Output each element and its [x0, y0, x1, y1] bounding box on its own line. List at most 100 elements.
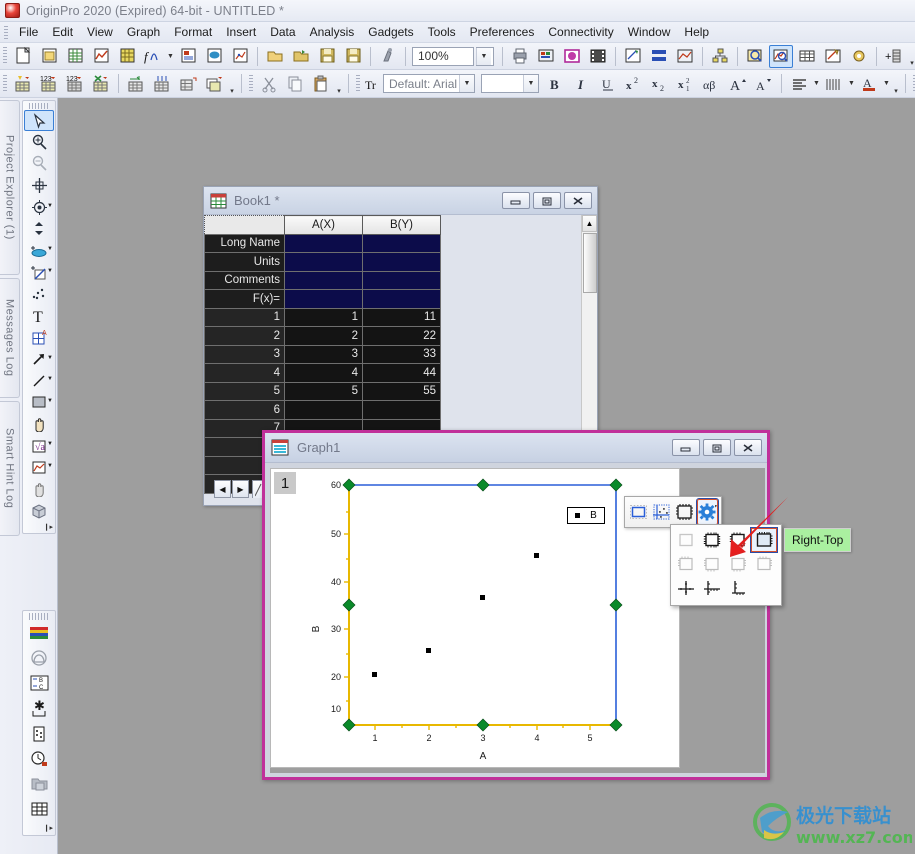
zoom-out-tool-icon[interactable]	[24, 153, 54, 175]
frame-ticks-out-icon[interactable]	[725, 528, 751, 552]
add-layer-icon[interactable]: +	[882, 45, 906, 68]
paste-icon[interactable]	[309, 72, 333, 95]
draw-data-icon[interactable]: ▼	[24, 261, 54, 283]
cell-comments-a[interactable]	[285, 271, 363, 290]
toolbar-grip[interactable]	[29, 613, 49, 620]
equation-tool-icon[interactable]: √a ▼	[24, 435, 54, 457]
movie-icon[interactable]	[586, 45, 610, 68]
graph-page[interactable]: 1	[270, 468, 680, 768]
menu-connectivity[interactable]: Connectivity	[541, 23, 620, 41]
chevron-down-icon[interactable]: ▼	[47, 268, 53, 274]
graph1-restore-button[interactable]	[703, 439, 731, 456]
row-number[interactable]: 6	[205, 401, 285, 420]
new-workbook-icon[interactable]	[63, 45, 87, 68]
extract-graph-icon[interactable]	[673, 45, 697, 68]
sheet-next-button[interactable]: ▶	[232, 480, 249, 498]
axis-l-shape-icon[interactable]	[699, 576, 725, 600]
axis-cross-icon[interactable]	[673, 576, 699, 600]
chevron-down-icon[interactable]: ▼	[47, 441, 53, 447]
toolbar-grip[interactable]	[356, 75, 360, 93]
toolbar-grip[interactable]	[3, 47, 7, 65]
save-template-icon[interactable]	[341, 45, 365, 68]
rectangle-tool-icon[interactable]: ▼	[24, 391, 54, 413]
data-highlighter-icon[interactable]: ▼	[24, 240, 54, 262]
table-row[interactable]: 5 5 55	[205, 382, 441, 401]
copy-columns-icon[interactable]	[202, 72, 226, 95]
tick-frame-icon[interactable]	[674, 499, 695, 525]
cell-b[interactable]: 11	[363, 308, 441, 327]
font-combo[interactable]: Default: Arial ▼	[383, 74, 475, 93]
subscript-icon[interactable]: x2	[648, 72, 672, 95]
bracket-icon[interactable]	[24, 721, 54, 746]
data-selector-icon[interactable]	[24, 218, 54, 240]
set-multi-column-values-icon[interactable]: 123	[63, 72, 87, 95]
data-reader-icon[interactable]	[769, 45, 793, 68]
menu-preferences[interactable]: Preferences	[463, 23, 542, 41]
regional-mask-icon[interactable]	[24, 283, 54, 305]
gradient-icon[interactable]	[24, 646, 54, 671]
toolbar-overflow-icon[interactable]: ▾	[334, 73, 344, 95]
superscript-icon[interactable]: x2	[622, 72, 646, 95]
zoom-combo[interactable]: 100%	[412, 47, 474, 66]
layer-management-icon[interactable]	[708, 45, 732, 68]
line-style-icon[interactable]	[822, 72, 846, 95]
toolbar-grip[interactable]	[29, 103, 49, 109]
cell-b[interactable]: 22	[363, 327, 441, 346]
scroll-up-icon[interactable]: ▲	[582, 215, 597, 232]
menu-view[interactable]: View	[80, 23, 120, 41]
cell-a[interactable]: 4	[285, 364, 363, 383]
dock-tab-messages-log[interactable]: Messages Log	[0, 278, 20, 398]
frame-none-icon[interactable]	[673, 528, 699, 552]
new-function-plot-icon[interactable]: f	[141, 45, 165, 68]
cell-a[interactable]: 1	[285, 308, 363, 327]
menu-tools[interactable]: Tools	[421, 23, 463, 41]
table-row[interactable]: 2 2 22	[205, 327, 441, 346]
chevron-down-icon[interactable]: ▼	[523, 75, 538, 92]
greek-icon[interactable]: αβ	[700, 72, 724, 95]
row-number[interactable]: 5	[205, 382, 285, 401]
toolbar-overflow-icon[interactable]: ▾	[227, 73, 237, 95]
underline-icon[interactable]: U	[596, 72, 620, 95]
book1-close-button[interactable]	[564, 192, 592, 209]
worksheet-select-all-corner[interactable]	[205, 216, 285, 235]
new-table-icon[interactable]	[795, 45, 819, 68]
menu-graph[interactable]: Graph	[120, 23, 167, 41]
annotation-icon[interactable]	[821, 45, 845, 68]
chevron-down-icon[interactable]: ▼	[47, 376, 53, 382]
line-tool-icon[interactable]: ▼	[24, 370, 54, 392]
cell-a[interactable]: 3	[285, 345, 363, 364]
axis-corner-icon[interactable]	[725, 576, 751, 600]
table-row[interactable]: 4 4 44	[205, 364, 441, 383]
zoom-in-tool-icon[interactable]	[24, 131, 54, 153]
column-header-a[interactable]: A(X)	[285, 216, 363, 235]
unstack-icon[interactable]	[150, 72, 174, 95]
hand-tool-icon[interactable]	[24, 413, 54, 435]
cell-longname-a[interactable]	[285, 234, 363, 253]
set-column-values-icon[interactable]: 123	[37, 72, 61, 95]
row-number[interactable]: 1	[205, 308, 285, 327]
italic-icon[interactable]: I	[570, 72, 594, 95]
font-color-dropdown-icon[interactable]: ▼	[882, 72, 891, 95]
chevron-down-icon[interactable]: ▼	[47, 398, 53, 404]
export-graph-icon[interactable]	[534, 45, 558, 68]
folder-icon[interactable]	[24, 771, 54, 796]
zoom-dropdown[interactable]: ▼	[476, 47, 494, 66]
region-plot-icon[interactable]: ▼	[24, 456, 54, 478]
cell-a[interactable]: 5	[285, 382, 363, 401]
frame-light-3-icon[interactable]	[725, 552, 751, 576]
menu-grip[interactable]	[4, 26, 8, 39]
new-matrix-icon[interactable]	[115, 45, 139, 68]
graph1-title-bar[interactable]: Graph1	[265, 433, 767, 463]
graph1-minimize-button[interactable]	[672, 439, 700, 456]
pan-tool-icon[interactable]	[24, 478, 54, 500]
column-header-b[interactable]: B(Y)	[363, 216, 441, 235]
function-plot-dropdown-icon[interactable]: ▼	[166, 45, 175, 68]
menu-format[interactable]: Format	[167, 23, 219, 41]
run-script-icon[interactable]	[376, 45, 400, 68]
menu-insert[interactable]: Insert	[219, 23, 263, 41]
cell-a[interactable]	[285, 401, 363, 420]
menu-window[interactable]: Window	[621, 23, 678, 41]
cell-b[interactable]	[363, 401, 441, 420]
duplicate-icon[interactable]	[621, 45, 645, 68]
table-row[interactable]: 1 1 11	[205, 308, 441, 327]
